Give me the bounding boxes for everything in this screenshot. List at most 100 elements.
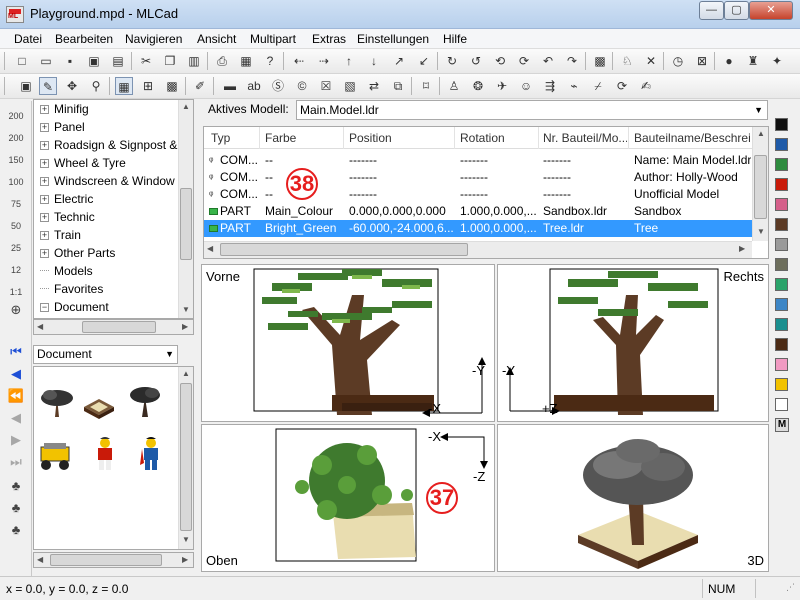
color-swatch[interactable] [775, 158, 788, 171]
minimize-button[interactable]: — [699, 1, 724, 20]
write-icon[interactable]: ✍ [637, 77, 655, 95]
tree-item-panel[interactable]: + Panel [40, 118, 85, 136]
print-icon[interactable]: ⎙ [213, 52, 231, 70]
move-right-icon[interactable]: ⇢ [315, 52, 333, 70]
cross-icon[interactable]: ✕ [642, 52, 660, 70]
maximize-button[interactable]: ▢ [724, 1, 749, 20]
column-header-rotation[interactable]: Rotation [460, 131, 538, 145]
scroll-thumb[interactable] [82, 321, 156, 333]
color-swatch[interactable] [775, 358, 788, 371]
step-icon[interactable]: ▬ [221, 77, 239, 95]
pencil-icon[interactable]: ✐ [191, 77, 209, 95]
tree-item-train[interactable]: + Train [40, 226, 81, 244]
pause-icon[interactable]: ◀ [7, 409, 25, 427]
parts-tree[interactable]: + Minifig + Panel + Roadsign & Signpost & +… [33, 99, 194, 319]
zoom-200-icon[interactable]: 200 [7, 107, 25, 125]
move-icon[interactable]: ✥ [63, 77, 81, 95]
ghost-icon[interactable]: ☒ [317, 77, 335, 95]
last-step-icon[interactable]: ⏭ [7, 453, 25, 471]
color-swatch[interactable] [775, 338, 788, 351]
rotate-x2-icon[interactable]: ⟳ [515, 52, 533, 70]
tree-item-technic[interactable]: + Technic [40, 208, 95, 226]
column-header-typ[interactable]: Typ [211, 131, 259, 145]
group-icon[interactable]: ⧉ [389, 77, 407, 95]
text-icon[interactable]: ab [245, 77, 263, 95]
color-swatch[interactable] [775, 218, 788, 231]
scroll-left-arrow-icon[interactable]: ◀ [37, 555, 43, 564]
tree-model-thumbnail[interactable] [126, 383, 164, 421]
face-icon[interactable]: ☺ [517, 77, 535, 95]
scroll-down-arrow-icon[interactable]: ▼ [757, 227, 765, 236]
zoom-75-icon[interactable]: 75 [7, 195, 25, 213]
properties-icon[interactable]: ▦ [237, 52, 255, 70]
color-swatch[interactable] [775, 278, 788, 291]
model-all-icon[interactable]: ♣ [7, 521, 25, 539]
menu-multipart[interactable]: Multipart [250, 32, 296, 46]
close-button[interactable]: ✕ [749, 1, 793, 20]
scroll-up-arrow-icon[interactable]: ▲ [182, 369, 190, 378]
move-up-icon[interactable]: ↑ [340, 52, 358, 70]
clear-icon[interactable]: © [293, 77, 311, 95]
move-back-icon[interactable]: ↗ [390, 52, 408, 70]
save-as-icon[interactable]: ▣ [85, 52, 103, 70]
buffer-exchange-icon[interactable]: ⇄ [365, 77, 383, 95]
perspective-view[interactable]: 3D [497, 424, 769, 572]
menu-bearbeiten[interactable]: Bearbeiten [55, 32, 113, 46]
rotate-icon[interactable]: ⟳ [613, 77, 631, 95]
save-icon[interactable]: ▪ [61, 52, 79, 70]
zoom-25-icon[interactable]: 25 [7, 239, 25, 257]
scroll-thumb[interactable] [754, 155, 767, 219]
rotate-z2-icon[interactable]: ↷ [563, 52, 581, 70]
scroll-thumb[interactable] [180, 188, 192, 260]
play-icon[interactable]: ▶ [7, 431, 25, 449]
scroll-thumb[interactable] [180, 383, 192, 531]
list-row[interactable]: ᵠ COM... -- ------- ------- ------- Name:… [204, 152, 752, 169]
tree-item-other-parts[interactable]: + Other Parts [40, 244, 115, 262]
tree-part-thumbnail[interactable] [38, 385, 76, 423]
zoom-150-icon[interactable]: 150 [7, 151, 25, 169]
zoom-50-icon[interactable]: 50 [7, 217, 25, 235]
scroll-down-arrow-icon[interactable]: ▼ [182, 305, 190, 314]
zoom-fit-icon[interactable]: 1:1 [7, 283, 25, 301]
scroll-right-arrow-icon[interactable]: ▶ [182, 555, 188, 564]
tree-item-wheel[interactable]: + Wheel & Tyre [40, 154, 126, 172]
column-header-position[interactable]: Position [349, 131, 454, 145]
previous-step-icon[interactable]: ◀ [7, 365, 25, 383]
more-colors-button[interactable]: M [775, 418, 789, 432]
tree-item-favorites[interactable]: Favorites [40, 280, 103, 298]
scroll-down-arrow-icon[interactable]: ▼ [182, 535, 190, 544]
front-view[interactable]: Vorne -Y -X [201, 264, 495, 422]
arrow-icon[interactable]: ⇶ [541, 77, 559, 95]
list-row[interactable]: PART Main_Colour 0.000,0.000,0.000 1.000… [204, 203, 752, 220]
sandbox-part-thumbnail[interactable] [80, 387, 118, 425]
move-front-icon[interactable]: ↙ [415, 52, 433, 70]
open-icon[interactable]: ▭ [37, 52, 55, 70]
cut-icon[interactable]: ✂ [137, 52, 155, 70]
scroll-left-arrow-icon[interactable]: ◀ [37, 322, 43, 331]
copy-icon[interactable]: ❐ [161, 52, 179, 70]
scroll-up-arrow-icon[interactable]: ▲ [182, 102, 190, 111]
rotate-y-icon[interactable]: ↺ [467, 52, 485, 70]
clock-icon[interactable]: ◷ [669, 52, 687, 70]
list-horizontal-scrollbar[interactable]: ◀ ▶ [204, 241, 752, 258]
x-mark-icon[interactable]: ⊠ [693, 52, 711, 70]
tree-vertical-scrollbar[interactable]: ▲ ▼ [178, 100, 193, 318]
active-model-dropdown[interactable]: Main.Model.ldr ▼ [296, 100, 768, 120]
single-view-icon[interactable]: ▦ [115, 77, 133, 95]
move-left-icon[interactable]: ⇠ [290, 52, 308, 70]
model-icon[interactable]: ♣ [7, 477, 25, 495]
list-row-selected[interactable]: PART Bright_Green -60.000,-24.000,6... 1… [204, 220, 752, 237]
edit-line-icon[interactable]: ⌿ [589, 77, 607, 95]
zoom-100-icon[interactable]: 100 [7, 173, 25, 191]
menu-extras[interactable]: Extras [312, 32, 346, 46]
menu-navigieren[interactable]: Navigieren [125, 32, 182, 46]
color-swatch[interactable] [775, 318, 788, 331]
skeleton-icon[interactable]: ⌑ [417, 77, 435, 95]
edit-icon[interactable]: ✎ [39, 77, 57, 95]
rotate-y2-icon[interactable]: ↶ [539, 52, 557, 70]
color-swatch[interactable] [775, 178, 788, 191]
tree-horizontal-scrollbar[interactable]: ◀ ▶ [33, 319, 194, 335]
zoom-200b-icon[interactable]: 200 [7, 129, 25, 147]
color-swatch[interactable] [775, 298, 788, 311]
help-icon[interactable]: ? [261, 52, 279, 70]
